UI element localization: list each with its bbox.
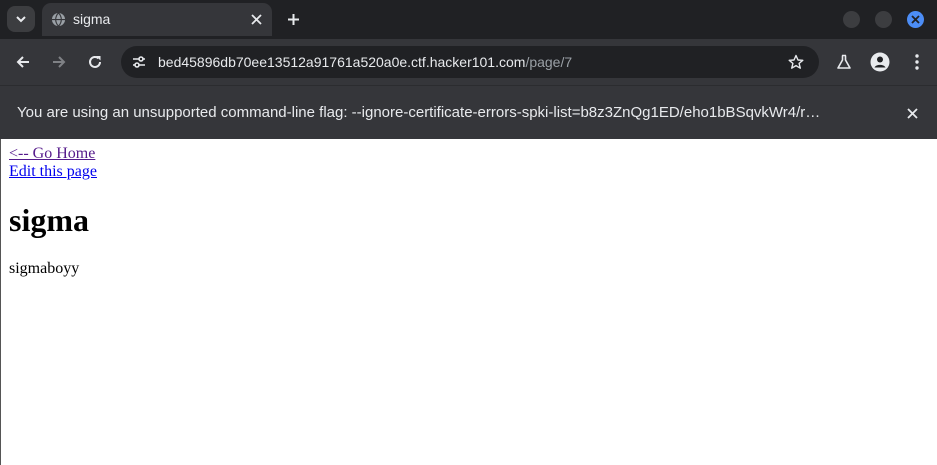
tune-icon <box>133 56 145 68</box>
tab-search-button[interactable] <box>7 6 35 32</box>
url-host: bed45896db70ee13512a91761a520a0e.ctf.hac… <box>158 54 526 70</box>
reload-button[interactable] <box>83 50 107 74</box>
forward-button[interactable] <box>47 50 71 74</box>
star-icon <box>788 54 804 69</box>
browser-toolbar: bed45896db70ee13512a91761a520a0e.ctf.hac… <box>0 39 937 85</box>
close-icon <box>250 13 262 25</box>
url-text[interactable]: bed45896db70ee13512a91761a520a0e.ctf.hac… <box>158 54 572 70</box>
flask-icon <box>837 54 851 69</box>
minimize-button[interactable] <box>843 11 860 28</box>
tab-strip: sigma <box>0 0 937 39</box>
infobar-close-button[interactable] <box>904 105 920 121</box>
labs-button[interactable] <box>834 52 854 72</box>
tab-close-button[interactable] <box>248 11 264 27</box>
plus-icon <box>287 13 299 25</box>
arrow-right-icon <box>53 56 66 68</box>
globe-icon <box>51 12 66 27</box>
bookmark-button[interactable] <box>787 53 805 71</box>
maximize-button[interactable] <box>875 11 892 28</box>
infobar-message: You are using an unsupported command-lin… <box>17 104 821 121</box>
chevron-down-icon <box>16 16 26 23</box>
tab-title: sigma <box>73 11 111 27</box>
browser-menu-button[interactable] <box>907 52 927 72</box>
page-content: <-- Go Home Edit this page sigma sigmabo… <box>0 139 937 465</box>
page-body-text: sigmaboyy <box>9 260 80 277</box>
close-window-button[interactable] <box>907 11 924 28</box>
active-tab[interactable]: sigma <box>42 3 272 36</box>
site-info-button[interactable] <box>129 52 149 72</box>
kebab-menu-icon <box>915 54 919 70</box>
back-button[interactable] <box>11 50 35 74</box>
profile-button[interactable] <box>870 52 890 72</box>
new-tab-button[interactable] <box>284 10 302 28</box>
page-title: sigma <box>9 202 89 238</box>
arrow-left-icon <box>16 56 29 68</box>
reload-icon <box>89 55 101 68</box>
edit-page-link[interactable]: Edit this page <box>9 163 929 181</box>
go-home-link[interactable]: <-- Go Home <box>9 145 929 163</box>
unsupported-flag-infobar: You are using an unsupported command-lin… <box>0 85 937 139</box>
url-path: /page/7 <box>525 54 573 70</box>
address-bar[interactable]: bed45896db70ee13512a91761a520a0e.ctf.hac… <box>121 46 819 78</box>
close-icon <box>911 15 920 24</box>
account-icon <box>870 52 890 72</box>
close-icon <box>906 107 918 119</box>
